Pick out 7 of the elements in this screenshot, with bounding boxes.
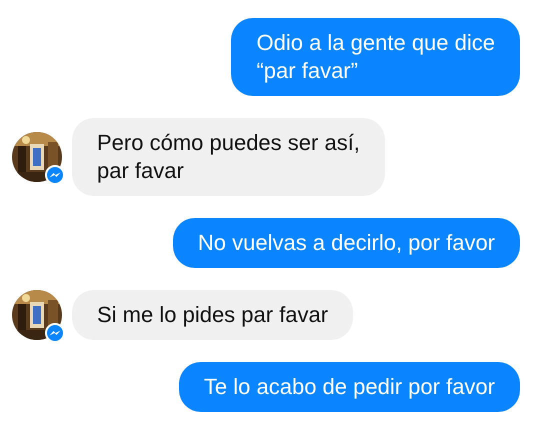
bolt-badge-icon — [45, 165, 65, 185]
sent-message-bubble: Odio a la gente que dice “par favar” — [231, 18, 520, 96]
received-message-bubble: Pero cómo puedes ser así, par favar — [72, 118, 385, 196]
sent-message-bubble: Te lo acabo de pedir por favor — [178, 362, 520, 412]
sent-message-bubble: No vuelvas a decirlo, por favor — [172, 218, 520, 268]
received-message-bubble: Si me lo pides par favar — [72, 290, 354, 340]
bolt-badge-icon — [45, 323, 65, 343]
